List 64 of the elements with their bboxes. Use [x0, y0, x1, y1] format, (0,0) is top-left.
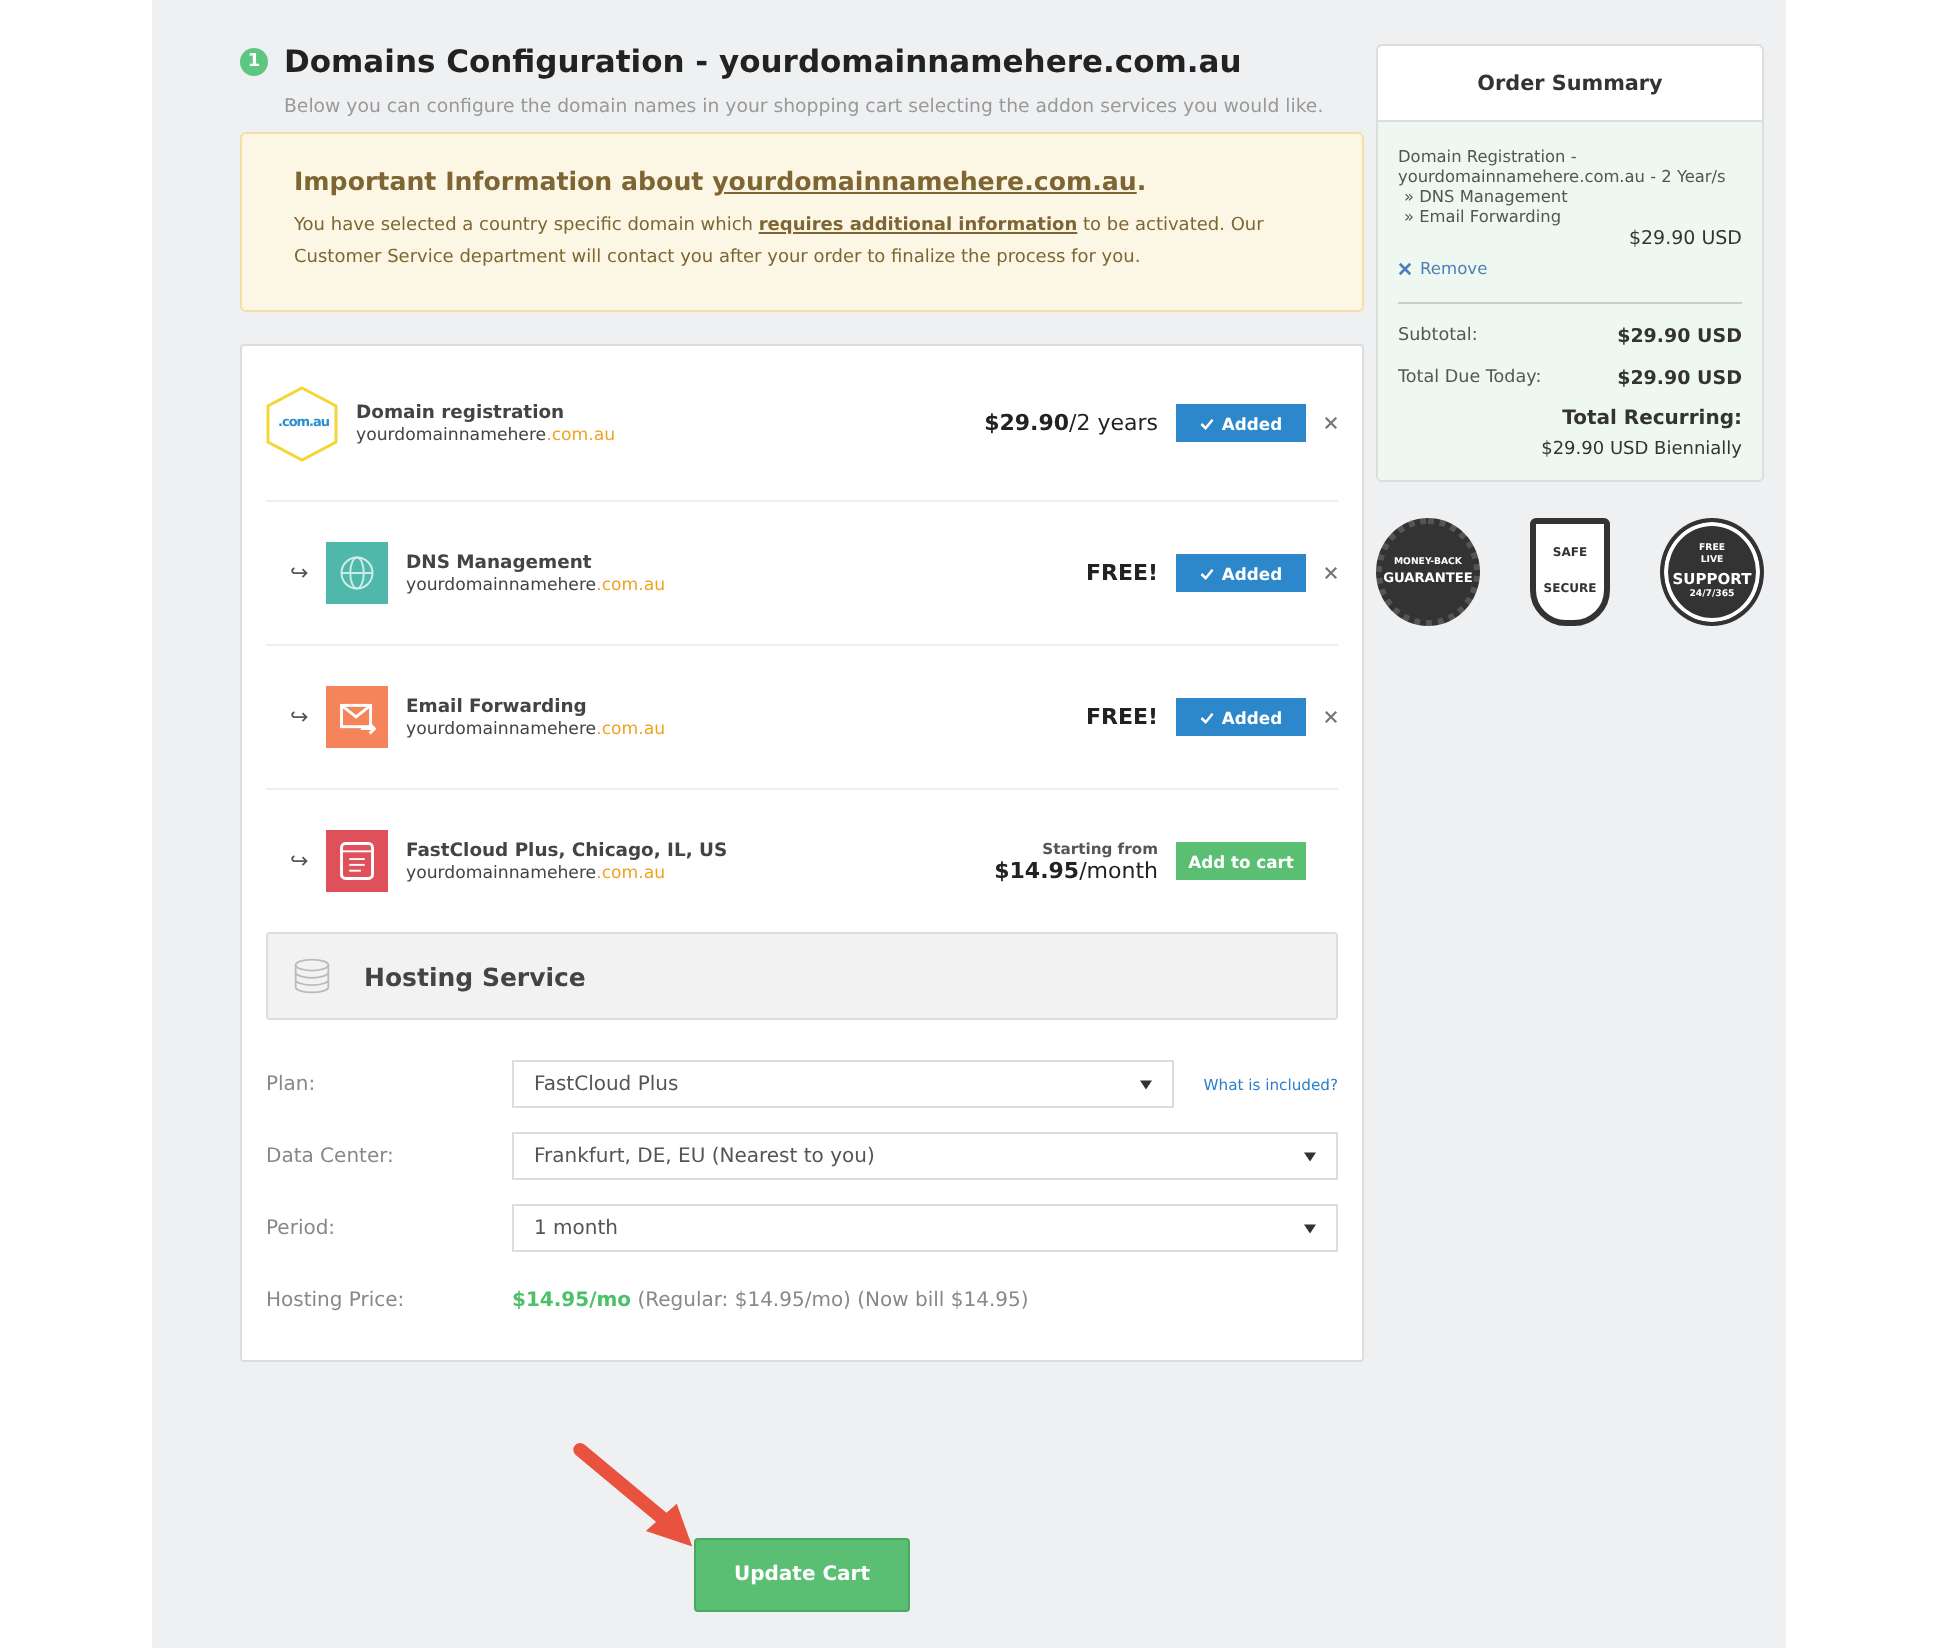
total-value: $29.90 USD — [1617, 368, 1742, 390]
field-label: Plan: — [266, 1073, 318, 1095]
item-price: FREE! — [1085, 704, 1158, 730]
field-label: Period: — [266, 1217, 338, 1239]
indent-arrow-icon: ↪ — [266, 704, 326, 730]
close-icon[interactable] — [1324, 710, 1338, 724]
summary-title: Order Summary — [1378, 46, 1762, 122]
summary-item-price: $29.90 USD — [1628, 228, 1742, 250]
dropdown-caret-icon — [1304, 1223, 1316, 1233]
item-name: Email Forwarding — [406, 695, 589, 717]
recurring-label: Total Recurring: — [1560, 408, 1742, 430]
item-domain: yourdomainnamehere.com.au — [406, 575, 668, 595]
indent-arrow-icon: ↪ — [266, 848, 326, 874]
close-icon[interactable] — [1324, 566, 1338, 580]
domain-link[interactable]: yourdomainnamehere.com.au — [712, 166, 1137, 196]
select-field[interactable]: Frankfurt, DE, EU (Nearest to you) — [512, 1132, 1338, 1180]
item-name: DNS Management — [406, 551, 594, 573]
summary-item-line: » Email Forwarding — [1402, 206, 1562, 226]
summary-item-line: yourdomainnamehere.com.au - 2 Year/s — [1398, 166, 1726, 186]
step-number: 1 — [240, 48, 268, 76]
item-domain: yourdomainnamehere.com.au — [406, 863, 668, 883]
summary-item-line: » DNS Management — [1402, 186, 1568, 206]
added-button[interactable]: Added — [1176, 698, 1306, 736]
domain-hexagon-icon — [266, 385, 338, 461]
dropdown-caret-icon — [1140, 1079, 1152, 1089]
add-to-cart-button[interactable]: Add to cart — [1176, 842, 1306, 880]
select-field[interactable]: 1 month — [512, 1204, 1338, 1252]
field-label: Data Center: — [266, 1145, 396, 1167]
item-price: $14.95/month — [994, 857, 1158, 883]
recurring-value: $29.90 USD Biennially — [1539, 440, 1742, 460]
notice-title: Important Information about yourdomainnamehere.com.au. — [294, 166, 1149, 196]
item-domain: yourdomainnamehere.com.au — [356, 425, 618, 445]
total-label: Total Due Today: — [1398, 368, 1542, 390]
section-title: Domains Configuration - yourdomainnamehere.com.au — [284, 44, 1242, 80]
remove-link[interactable]: Remove — [1420, 258, 1488, 278]
globe-icon — [326, 542, 388, 604]
close-icon — [1398, 261, 1412, 275]
item-domain: yourdomainnamehere.com.au — [406, 719, 668, 739]
added-button[interactable]: Added — [1176, 554, 1306, 592]
server-window-icon — [326, 830, 388, 892]
update-cart-button[interactable]: Update Cart — [694, 1538, 910, 1612]
total-label: Subtotal: — [1398, 326, 1478, 348]
database-icon — [292, 956, 332, 996]
hosting-price: $14.95/mo (Regular: $14.95/mo) (Now bill $14.95) — [512, 1289, 1029, 1311]
total-value: $29.90 USD — [1617, 326, 1742, 348]
select-field[interactable]: FastCloud Plus — [512, 1060, 1174, 1108]
item-name: FastCloud Plus, Chicago, IL, US — [406, 839, 730, 861]
check-icon — [1199, 417, 1214, 429]
close-icon[interactable] — [1324, 416, 1338, 430]
dropdown-caret-icon — [1304, 1151, 1316, 1161]
added-button[interactable]: Added — [1176, 404, 1306, 442]
hosting-title: Hosting Service — [364, 961, 586, 991]
item-price: FREE! — [1085, 560, 1158, 586]
indent-arrow-icon: ↪ — [266, 560, 326, 586]
check-icon — [1199, 711, 1214, 723]
summary-item-line: Domain Registration - — [1398, 146, 1577, 166]
check-icon — [1199, 567, 1214, 579]
field-label: Hosting Price: — [266, 1289, 407, 1311]
info-link[interactable]: requires additional information — [758, 216, 1078, 236]
section-subtitle: Below you can configure the domain names in your shopping cart selecting the addon services you would like. — [284, 96, 1326, 118]
notice-text: You have selected a country specific domain which requires additional information to be activated. Our Customer Service department will contact you after your order to finalize the process for you. — [294, 214, 1266, 272]
envelope-icon — [326, 686, 388, 748]
item-name: Domain registration — [356, 401, 567, 423]
item-price: $29.90/2 years — [984, 410, 1158, 436]
